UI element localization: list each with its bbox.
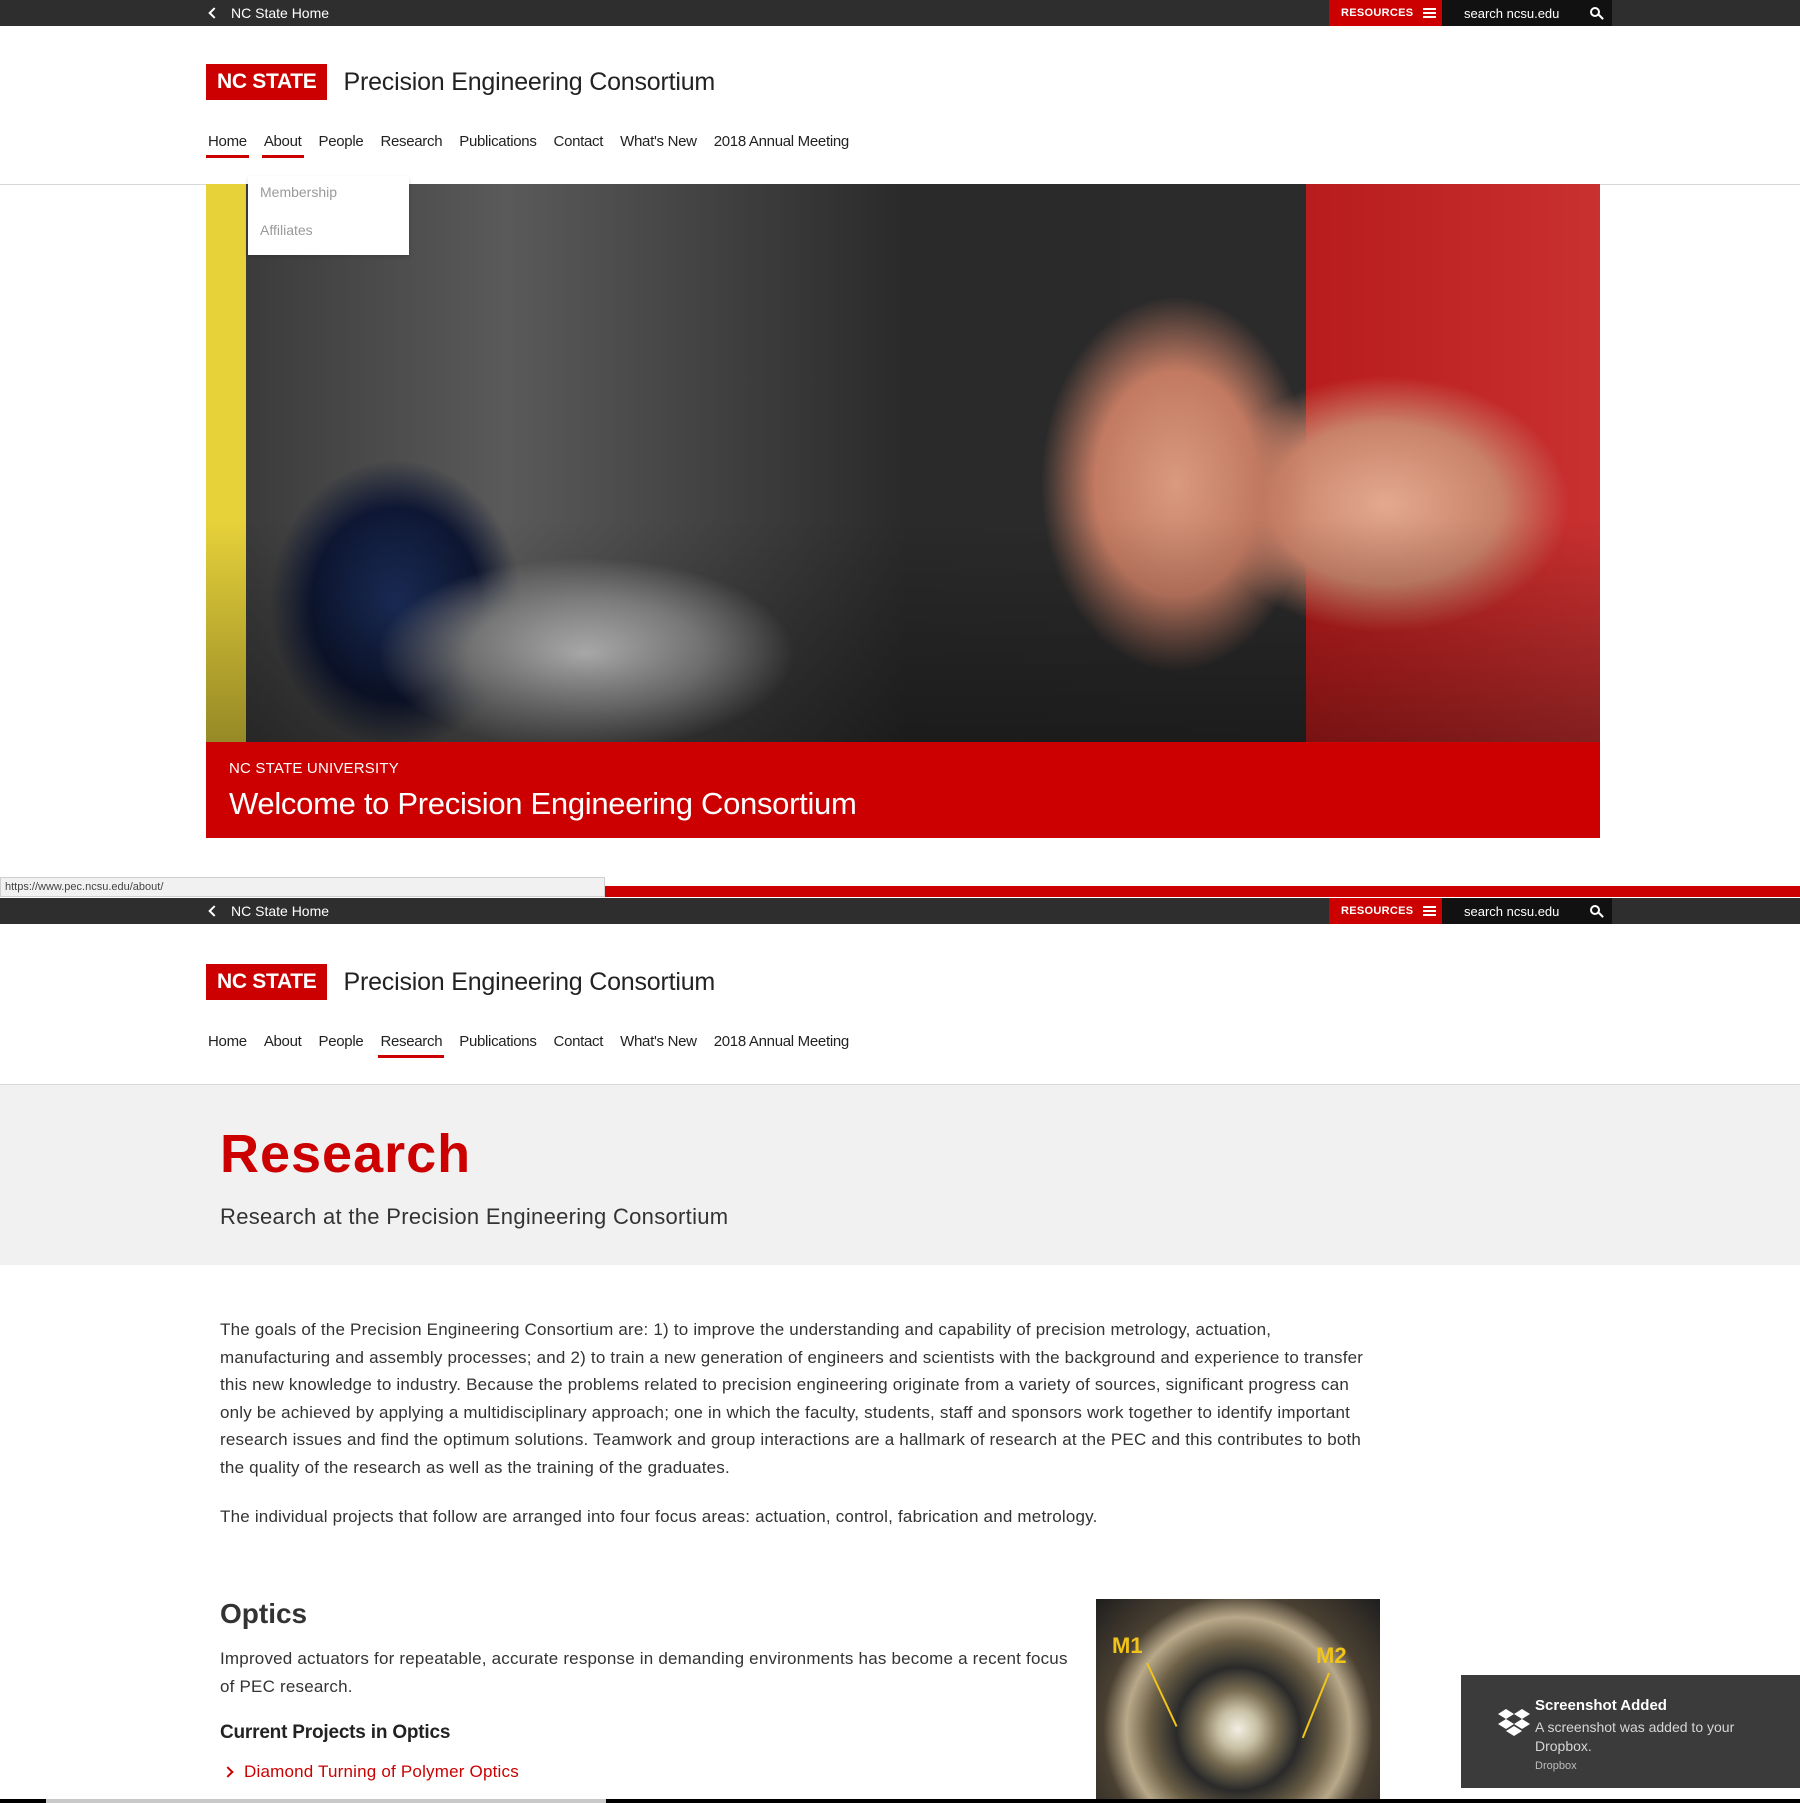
taskbar-strip xyxy=(0,1799,1800,1803)
home-link-label: NC State Home xyxy=(231,903,330,919)
project-link-label: Diamond Turning of Polymer Optics xyxy=(244,1762,519,1781)
hero-caption: NC STATE UNIVERSITY Welcome to Precision… xyxy=(206,742,1600,838)
nav-item-whats-new[interactable]: What's New xyxy=(618,1033,699,1058)
resources-button[interactable]: RESOURCES xyxy=(1329,898,1442,924)
hero-image xyxy=(206,184,1600,742)
search-icon[interactable] xyxy=(1590,7,1600,17)
nav-item-people[interactable]: People xyxy=(317,1033,366,1058)
hero-shade xyxy=(206,184,1600,742)
red-band xyxy=(605,886,1800,897)
nc-state-home-link[interactable]: NC State Home xyxy=(206,0,329,26)
hero-kicker: NC STATE UNIVERSITY xyxy=(229,760,399,777)
resources-button[interactable]: RESOURCES xyxy=(1329,0,1442,26)
search-placeholder: search ncsu.edu xyxy=(1464,903,1560,919)
resources-label: RESOURCES xyxy=(1341,905,1414,917)
hero-headline: Welcome to Precision Engineering Consort… xyxy=(229,786,857,821)
site-title[interactable]: Precision Engineering Consortium xyxy=(343,968,715,997)
main-nav-2: Home About People Research Publications … xyxy=(206,1033,864,1058)
chevron-right-icon xyxy=(222,1766,234,1778)
dropdown-item-membership[interactable]: Membership xyxy=(248,179,409,217)
nav-item-whats-new[interactable]: What's New xyxy=(618,133,699,158)
nav-item-contact[interactable]: Contact xyxy=(552,1033,606,1058)
nav-item-about[interactable]: About xyxy=(262,1033,304,1058)
nav-item-home[interactable]: Home xyxy=(206,1033,249,1058)
site-brand[interactable]: NC STATE Precision Engineering Consortiu… xyxy=(206,64,715,100)
toast-source: Dropbox xyxy=(1535,1760,1577,1772)
home-link-label: NC State Home xyxy=(231,5,330,21)
taskbar-segment xyxy=(46,1799,606,1803)
optics-image: M1 M2 xyxy=(1096,1599,1380,1803)
about-dropdown-menu: Membership Affiliates xyxy=(248,176,409,255)
nav-item-annual-meeting[interactable]: 2018 Annual Meeting xyxy=(712,133,851,158)
browser-status-url: https://www.pec.ncsu.edu/about/ xyxy=(0,877,605,897)
nav-item-publications[interactable]: Publications xyxy=(457,1033,538,1058)
nav-item-people[interactable]: People xyxy=(317,133,366,158)
toast-title: Screenshot Added xyxy=(1535,1697,1667,1714)
utility-bar-2: NC State Home RESOURCES search ncsu.edu xyxy=(0,898,1800,924)
dropbox-toast[interactable]: Screenshot Added A screenshot was added … xyxy=(1461,1675,1800,1788)
utility-bar: NC State Home RESOURCES search ncsu.edu xyxy=(0,0,1800,26)
site-title[interactable]: Precision Engineering Consortium xyxy=(343,68,715,97)
hamburger-icon xyxy=(1423,8,1437,18)
image-label-m2: M2 xyxy=(1316,1643,1347,1668)
search-input[interactable]: search ncsu.edu xyxy=(1442,898,1612,924)
chevron-left-icon xyxy=(208,905,220,917)
chevron-left-icon xyxy=(208,7,220,19)
site-brand-2[interactable]: NC STATE Precision Engineering Consortiu… xyxy=(206,964,715,1000)
nc-state-logo[interactable]: NC STATE xyxy=(206,64,328,100)
optics-heading: Optics xyxy=(220,1598,308,1629)
nav-item-about[interactable]: About xyxy=(261,133,304,158)
nav-item-publications[interactable]: Publications xyxy=(457,133,538,158)
nav-item-annual-meeting[interactable]: 2018 Annual Meeting xyxy=(712,1033,851,1058)
nav-item-contact[interactable]: Contact xyxy=(552,133,606,158)
nc-state-home-link[interactable]: NC State Home xyxy=(206,898,329,924)
search-placeholder: search ncsu.edu xyxy=(1464,5,1560,21)
nav-item-research[interactable]: Research xyxy=(378,133,444,158)
page-title: Research xyxy=(220,1124,472,1184)
intro-paragraph: The goals of the Precision Engineering C… xyxy=(220,1320,1364,1477)
focus-areas-paragraph: The individual projects that follow are … xyxy=(220,1507,1098,1526)
resources-label: RESOURCES xyxy=(1341,7,1414,19)
arrow-m1 xyxy=(1146,1662,1178,1727)
nav-item-research[interactable]: Research xyxy=(378,1033,445,1058)
nc-state-logo[interactable]: NC STATE xyxy=(206,964,328,1000)
hamburger-icon xyxy=(1423,906,1437,916)
search-icon[interactable] xyxy=(1590,905,1600,915)
dropdown-item-affiliates[interactable]: Affiliates xyxy=(248,217,409,255)
current-projects-heading: Current Projects in Optics xyxy=(220,1722,451,1743)
search-input[interactable]: search ncsu.edu xyxy=(1442,0,1612,26)
dropbox-icon xyxy=(1498,1709,1530,1736)
arrow-m2 xyxy=(1301,1672,1330,1739)
main-nav: Home About People Research Publications … xyxy=(206,133,864,158)
image-label-m1: M1 xyxy=(1112,1633,1143,1658)
project-link-diamond-turning[interactable]: Diamond Turning of Polymer Optics xyxy=(222,1762,519,1782)
nav-item-home[interactable]: Home xyxy=(206,133,249,158)
page-header: Research Research at the Precision Engin… xyxy=(0,1085,1800,1265)
toast-message: A screenshot was added to your Dropbox. xyxy=(1535,1719,1735,1754)
page-subtitle: Research at the Precision Engineering Co… xyxy=(220,1204,729,1229)
optics-description: Improved actuators for repeatable, accur… xyxy=(220,1649,1068,1696)
